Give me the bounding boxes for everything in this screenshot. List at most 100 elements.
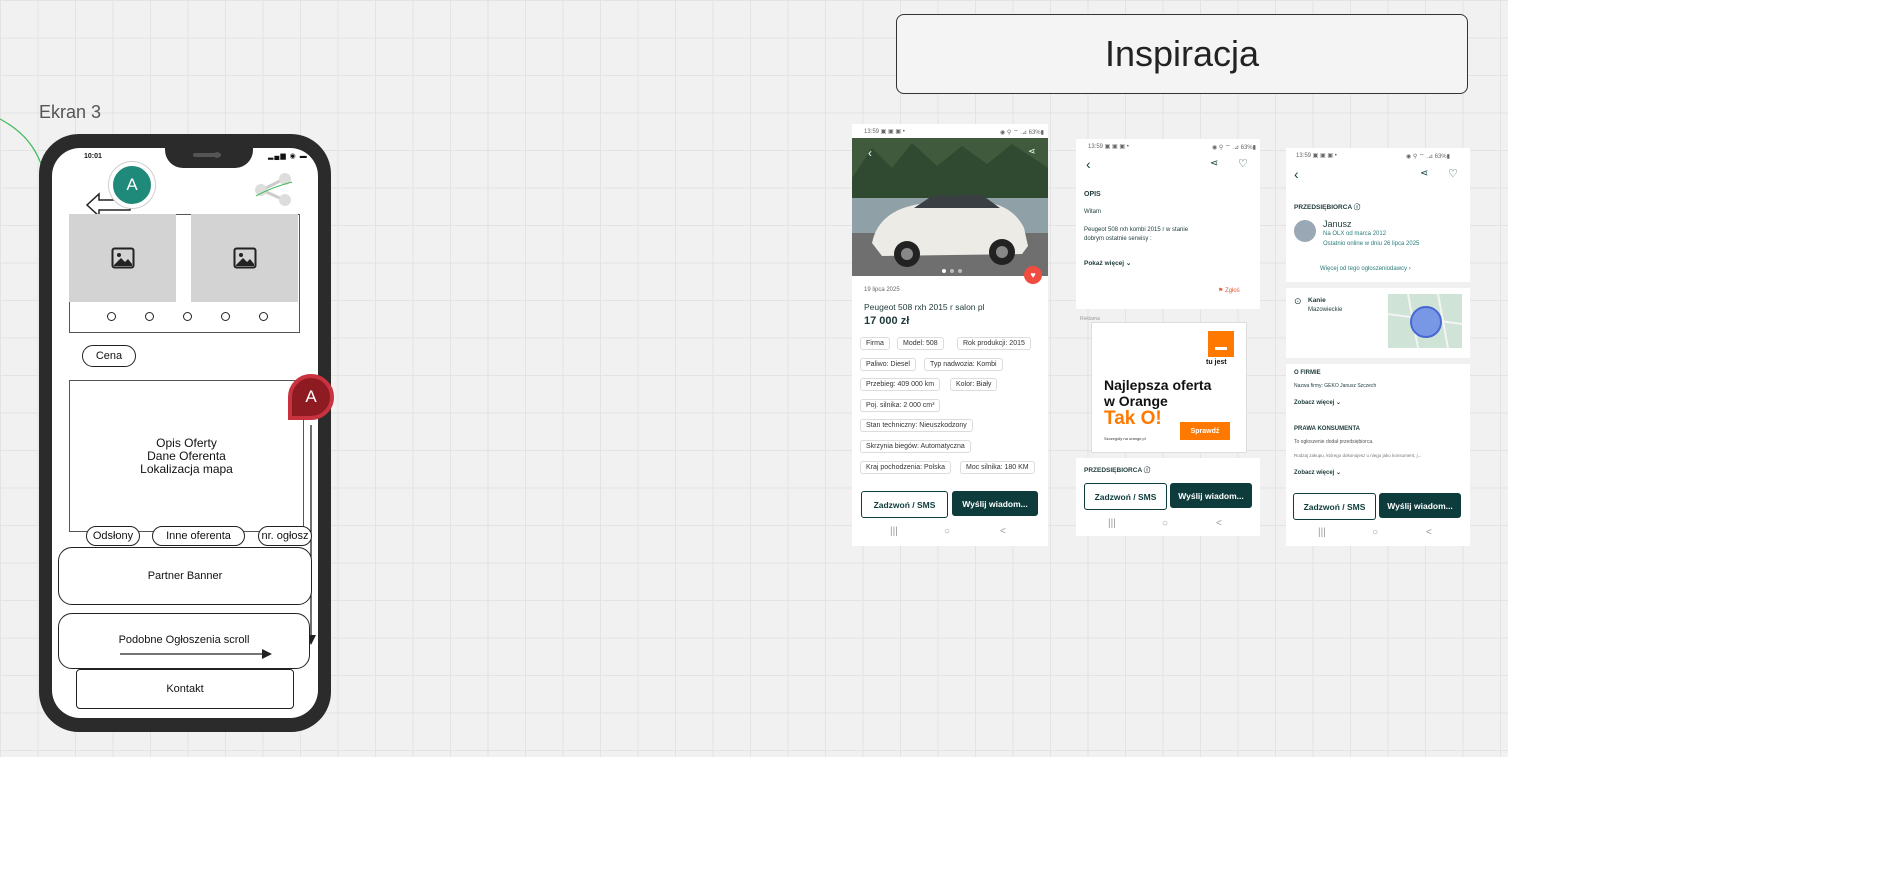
ad-cta-button[interactable]: Sprawdź [1180, 422, 1230, 440]
message-button[interactable]: Wyślij wiadom... [1170, 483, 1252, 508]
divider [1286, 282, 1470, 288]
comment-badge-red[interactable]: A [288, 374, 334, 420]
see-more-link[interactable]: Zobacz więcej ⌄ [1294, 399, 1341, 406]
carousel-dot[interactable] [183, 312, 192, 321]
views-pill[interactable]: Odsłony [86, 526, 140, 546]
param-chip: Kraj pochodzenia: Polska [860, 461, 951, 474]
status-bar: 13:59 ▣ ▣ ▣ • [1296, 153, 1337, 159]
nav-home[interactable]: ○ [944, 526, 950, 537]
back-arrow-icon[interactable]: ‹ [868, 146, 872, 160]
param-chip: Model: 508 [897, 337, 944, 350]
see-more-link[interactable]: Zobacz więcej ⌄ [1294, 469, 1341, 476]
ad-headline: Najlepsza oferta [1104, 377, 1212, 393]
avatar[interactable] [1294, 220, 1316, 242]
scroll-arrow-horizontal [120, 649, 272, 659]
ad-brand: tu jest [1206, 359, 1227, 366]
partner-banner[interactable]: Partner Banner [58, 547, 312, 605]
ad-title: Peugeot 508 rxh 2015 r salon pl [864, 302, 985, 312]
comment-badge-green[interactable]: A [109, 162, 155, 208]
param-chip: Stan techniczny: Nieuszkodzony [860, 419, 973, 432]
share-icon[interactable]: ⋖ [1420, 168, 1428, 179]
status-bar-right: ◉ ⚲ ⌔ .⊿ 63%▮ [1406, 154, 1450, 160]
param-chip: Typ nadwozia: Kombi [924, 358, 1003, 371]
location-city: Kanie [1308, 297, 1326, 304]
nav-back[interactable]: < [1426, 527, 1432, 538]
share-icon[interactable] [252, 172, 296, 206]
ad-number-pill[interactable]: nr. ogłosz [258, 526, 312, 546]
inspiration-title[interactable]: Inspiracja [896, 14, 1468, 94]
status-bar-right: ◉ ⚲ ⌔ .⊿ 63%▮ [1000, 130, 1044, 136]
carousel-dot[interactable] [259, 312, 268, 321]
call-button[interactable]: Zadzwoń / SMS [1084, 483, 1167, 510]
location-region: Mazowieckie [1308, 307, 1343, 313]
image-placeholder-icon [111, 247, 134, 269]
heart-icon[interactable]: ♥ [1024, 266, 1042, 284]
car-photo[interactable] [852, 138, 1048, 276]
content-line: Dane Oferenta [147, 448, 226, 463]
back-arrow-icon[interactable]: ‹ [1294, 166, 1299, 182]
param-chip: Moc silnika: 180 KM [960, 461, 1035, 474]
call-button[interactable]: Zadzwoń / SMS [861, 491, 948, 518]
nav-recents[interactable]: ||| [890, 526, 898, 537]
report-link[interactable]: ⚑ Zgłoś [1218, 287, 1240, 294]
param-chip: Paliwo: Diesel [860, 358, 916, 371]
location-pin-icon: ⊙ [1294, 296, 1302, 306]
nav-recents[interactable]: ||| [1108, 518, 1116, 529]
status-bar: 13:59 ▣ ▣ ▣ • [1088, 144, 1129, 150]
show-more-link[interactable]: Pokaż więcej ⌄ [1084, 259, 1131, 267]
status-icons: ▂▄▆ ◉ ▬ [268, 153, 308, 160]
section-description: OPIS [1084, 191, 1101, 198]
message-button[interactable]: Wyślij wiadom... [1379, 493, 1461, 518]
similar-ads-label: Podobne Ogłoszenia scroll [118, 634, 250, 646]
screen-label: Ekran 3 [39, 102, 102, 122]
company-section: O FIRMIE [1294, 370, 1321, 376]
contact-button[interactable]: Kontakt [76, 669, 294, 709]
carousel-dot[interactable] [145, 312, 154, 321]
status-time: 10:01 [84, 153, 102, 160]
nav-recents[interactable]: ||| [1318, 527, 1326, 538]
ad-headline: w Orange [1104, 393, 1168, 409]
nav-home[interactable]: ○ [1162, 518, 1168, 529]
back-arrow-icon[interactable]: ‹ [1086, 156, 1091, 172]
divider [1286, 358, 1470, 364]
nav-home[interactable]: ○ [1372, 527, 1378, 538]
consumer-text: To ogłoszenie dodał przedsiębiorca. [1294, 439, 1374, 445]
ad-date: 19 lipca 2025 [864, 287, 900, 293]
nav-back[interactable]: < [1216, 518, 1222, 529]
ad-price: 17 000 zł [864, 315, 910, 327]
favorite-icon[interactable]: ♡ [1238, 157, 1248, 170]
other-offers-pill[interactable]: Inne oferenta [152, 526, 245, 546]
more-ads-link[interactable]: Więcej od tego ogłoszeniodawcy › [1320, 266, 1411, 272]
share-icon[interactable]: ⋖ [1028, 146, 1036, 157]
seller-section: PRZEDSIĘBIORCA ⓘ [1084, 467, 1151, 474]
status-bar-right: ◉ ⚲ ⌔ .⊿ 63%▮ [1212, 145, 1256, 151]
desc-greeting: Witam [1084, 209, 1101, 215]
favorite-icon[interactable]: ♡ [1448, 167, 1458, 180]
content-line: Opis Oferty [156, 435, 217, 450]
carousel-dot[interactable] [107, 312, 116, 321]
carousel-dot[interactable] [221, 312, 230, 321]
message-button[interactable]: Wyślij wiadom... [952, 491, 1038, 516]
content-line: Lokalizacja mapa [140, 461, 233, 476]
company-name: Nazwa firmy: GEKO Janusz Szczech [1294, 383, 1377, 389]
consumer-section: PRAWA KONSUMENTA [1294, 426, 1360, 432]
param-chip: Przebieg: 409 000 km [860, 378, 941, 391]
orange-logo [1208, 331, 1234, 357]
param-chip: Firma [860, 337, 890, 350]
price-pill[interactable]: Cena [82, 345, 136, 367]
share-icon[interactable]: ⋖ [1210, 158, 1218, 169]
nav-back[interactable]: < [1000, 526, 1006, 537]
image-placeholder-2[interactable] [191, 214, 298, 302]
desc-line: Peugeot 508 rxh kombi 2015 r w stanie [1084, 227, 1189, 233]
param-chip: Rok produkcji: 2015 [957, 337, 1031, 350]
call-button[interactable]: Zadzwoń / SMS [1293, 493, 1376, 520]
location-map[interactable] [1388, 294, 1462, 348]
ad-slogan: Tak O! [1104, 408, 1162, 429]
param-chip: Poj. silnika: 2 000 cm³ [860, 399, 941, 412]
last-online: Ostatnio online w dniu 26 lipca 2025 [1323, 241, 1420, 247]
seller-name: Janusz [1323, 219, 1352, 229]
similar-ads-box[interactable]: Podobne Ogłoszenia scroll [58, 613, 310, 669]
image-placeholder-1[interactable] [69, 214, 176, 302]
seller-section: PRZEDSIĘBIORCA ⓘ [1294, 204, 1361, 211]
inspiration-screenshot-2[interactable] [1076, 139, 1260, 309]
